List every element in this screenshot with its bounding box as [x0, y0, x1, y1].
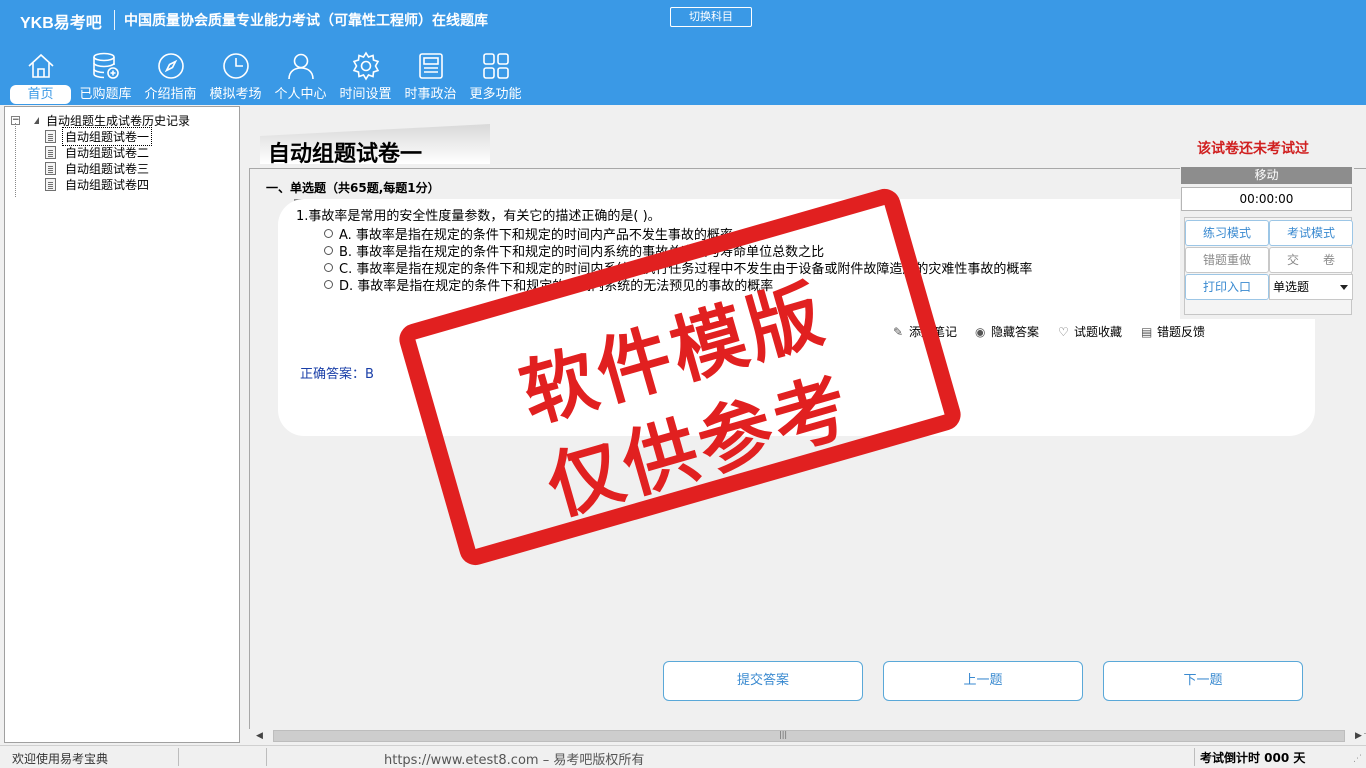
document-icon	[45, 161, 56, 175]
nav-home-label: 首页	[10, 85, 71, 104]
favorite-label: 试题收藏	[1074, 325, 1123, 339]
nav-affairs-label: 时事政治	[404, 87, 457, 102]
scrollbar-grip-icon: |||	[779, 730, 788, 739]
question-card: 1.事故率是常用的安全性度量参数，有关它的描述正确的是( )。 A. 事故率是指…	[278, 199, 1315, 436]
submit-answer-button[interactable]: 提交答案	[663, 661, 863, 701]
scroll-right-icon[interactable]: ▶	[1355, 731, 1362, 741]
nav-personal-center[interactable]: 个人中心	[268, 48, 333, 104]
nav-guide-label: 介绍指南	[144, 87, 197, 102]
heart-icon: ♡	[1058, 324, 1069, 339]
scrollbar-thumb[interactable]	[273, 730, 1345, 742]
radio-option-c[interactable]	[324, 263, 333, 272]
control-panel: 移动 00:00:00 练习模式 考试模式 错题重做 交 卷 打印入口 单选题	[1180, 167, 1354, 319]
app-title: 中国质量协会质量专业能力考试（可靠性工程师）在线题库	[124, 13, 488, 29]
database-icon	[92, 52, 119, 79]
eye-icon: ◉	[975, 324, 986, 339]
option-d-text: D. 事故率是指在规定的条件下和规定的时间内系统的无法预见的事故的概率	[339, 279, 774, 294]
switch-subject-button[interactable]: 切换科目	[670, 7, 752, 27]
exam-timer: 00:00:00	[1181, 187, 1352, 211]
status-divider	[1194, 748, 1195, 766]
hide-answer-tool[interactable]: ◉ 隐藏答案	[975, 323, 1039, 340]
question-type-select[interactable]: 单选题	[1269, 274, 1353, 300]
exam-status-text: 该试卷还未考试过	[1197, 141, 1309, 157]
nav-mock-exam-label: 模拟考场	[209, 87, 262, 102]
grid-icon	[482, 53, 509, 79]
nav-home[interactable]: 首页	[8, 48, 73, 104]
status-divider	[266, 748, 267, 766]
feedback-icon: ▤	[1141, 324, 1153, 339]
document-icon	[45, 145, 56, 159]
nav-guide[interactable]: 介绍指南	[138, 48, 203, 104]
status-bar: 欢迎使用易考宝典 https://www.etest8.com – 易考吧版权所…	[0, 745, 1366, 768]
tree-item-paper-4[interactable]: 自动组题试卷四	[45, 176, 151, 192]
nav-time-settings[interactable]: 时间设置	[333, 48, 398, 104]
tree-item-label: 自动组题试卷一	[61, 126, 153, 146]
copyright-text: https://www.etest8.com – 易考吧版权所有	[384, 753, 645, 768]
top-header: YKB易考吧 中国质量协会质量专业能力考试（可靠性工程师）在线题库 切换科目 首…	[0, 0, 1366, 105]
tree-item-paper-3[interactable]: 自动组题试卷三	[45, 160, 151, 176]
nav-time-label: 时间设置	[339, 87, 392, 102]
add-note-label: 添加笔记	[909, 325, 958, 339]
tree-root-label: 自动组题生成试卷历史记录	[46, 113, 191, 128]
nav-mock-exam[interactable]: 模拟考场	[203, 48, 268, 104]
tree-item-paper-2[interactable]: 自动组题试卷二	[45, 144, 151, 160]
nav-more-features[interactable]: 更多功能	[463, 48, 528, 104]
brand-logo: YKB易考吧	[20, 15, 102, 32]
scroll-left-icon[interactable]: ◀	[256, 731, 263, 741]
compass-icon	[157, 53, 184, 79]
home-icon	[27, 53, 54, 78]
add-note-tool[interactable]: ✎ 添加笔记	[893, 323, 957, 340]
option-d[interactable]: D. 事故率是指在规定的条件下和规定的时间内系统的无法预见的事故的概率	[324, 275, 773, 294]
folder-triangle-icon	[34, 116, 39, 124]
nav-current-affairs[interactable]: 时事政治	[398, 48, 463, 104]
pencil-icon: ✎	[893, 324, 904, 339]
favorite-tool[interactable]: ♡ 试题收藏	[1058, 323, 1122, 340]
horizontal-scrollbar[interactable]: ◀ ||| ▶	[249, 729, 1364, 743]
history-tree: − 自动组题生成试卷历史记录 自动组题试卷一 自动组题试卷二 自动组题试卷三 自…	[4, 106, 240, 743]
paper-title: 自动组题试卷一	[268, 142, 423, 167]
question-text: 1.事故率是常用的安全性度量参数，有关它的描述正确的是( )。	[296, 209, 661, 224]
main-nav: 首页 已购题库 介绍指南 模拟考场 个人中心 时间设置 时事政治 更多功能	[8, 48, 528, 104]
nav-personal-label: 个人中心	[274, 87, 327, 102]
question-type-value: 单选题	[1273, 280, 1310, 294]
document-icon	[45, 177, 56, 191]
redo-wrong-button[interactable]: 错题重做	[1185, 247, 1269, 273]
document-icon	[45, 129, 56, 143]
nav-purchased-label: 已购题库	[79, 87, 132, 102]
tree-root[interactable]: − 自动组题生成试卷历史记录	[11, 112, 190, 128]
header-divider	[114, 10, 115, 30]
exam-countdown: 考试倒计时 000 天	[1200, 751, 1306, 765]
feedback-label: 错题反馈	[1157, 325, 1206, 339]
radio-option-a[interactable]	[324, 229, 333, 238]
correct-answer: 正确答案：B	[300, 367, 374, 382]
welcome-text: 欢迎使用易考宝典	[12, 752, 109, 766]
hand-in-button[interactable]: 交 卷	[1269, 247, 1353, 273]
exam-mode-button[interactable]: 考试模式	[1269, 220, 1353, 246]
clock-icon	[222, 53, 249, 79]
tree-item-label: 自动组题试卷二	[65, 145, 150, 160]
gear-icon	[352, 51, 379, 81]
tree-item-label: 自动组题试卷四	[65, 177, 150, 192]
panel-buttons: 练习模式 考试模式 错题重做 交 卷 打印入口 单选题	[1184, 217, 1353, 315]
radio-option-b[interactable]	[324, 246, 333, 255]
previous-question-button[interactable]: 上一题	[883, 661, 1083, 701]
nav-more-label: 更多功能	[469, 87, 522, 102]
practice-mode-button[interactable]: 练习模式	[1185, 220, 1269, 246]
tree-item-paper-1[interactable]: 自动组题试卷一	[45, 126, 153, 146]
resize-grip-icon[interactable]: ⋰	[1353, 754, 1362, 764]
user-icon	[287, 53, 314, 80]
radio-option-d[interactable]	[324, 280, 333, 289]
print-entry-button[interactable]: 打印入口	[1185, 274, 1269, 300]
status-divider	[178, 748, 179, 766]
tree-connector	[15, 123, 16, 197]
tree-item-label: 自动组题试卷三	[65, 161, 150, 176]
chevron-down-icon	[1340, 285, 1348, 290]
section-heading: 一、单选题（共65题,每题1分）	[266, 181, 440, 195]
next-question-button[interactable]: 下一题	[1103, 661, 1303, 701]
newspaper-icon	[418, 53, 443, 79]
feedback-tool[interactable]: ▤ 错题反馈	[1141, 323, 1205, 340]
hide-answer-label: 隐藏答案	[991, 325, 1040, 339]
nav-purchased-banks[interactable]: 已购题库	[73, 48, 138, 104]
panel-move-handle[interactable]: 移动	[1181, 167, 1352, 184]
